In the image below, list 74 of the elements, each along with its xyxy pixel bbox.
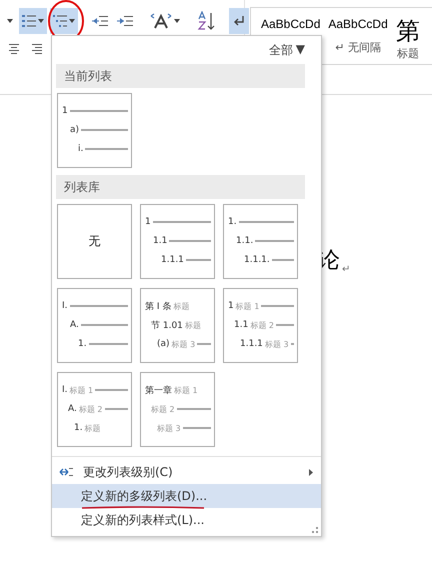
list-style-tile[interactable]: I. 标题 1 A. 标题 2 1. 标题 [57,372,132,447]
decrease-indent-icon [92,15,108,27]
list-number: 1. [78,339,87,349]
list-style-tile[interactable]: 1. 1.1. 1.1.1. [223,204,298,279]
list-style-tile[interactable]: 1 1.1 1.1.1 [140,204,215,279]
section-title: 当前列表 [56,64,305,88]
menu-item[interactable]: 更改列表级别(C) [52,460,321,484]
list-style-tile[interactable]: 第 I 条 标题 节 1.01 标题 (a) 标题 3 [140,288,215,363]
list-number: 1. [228,217,237,227]
list-number: 1 [145,217,151,227]
list-number: 第 I 条 [145,300,172,312]
filter-dropdown[interactable]: 全部 ▼ [268,42,305,58]
list-number: 1.1 [153,236,168,246]
sort-icon [197,11,215,31]
marks-button[interactable] [229,8,249,34]
list-style-tile[interactable]: 第一章 标题 1 标题 2 标题 3 [140,372,215,447]
list-level-icon [59,467,73,477]
heading-label: 标题 1 [236,300,260,312]
caret-icon [69,19,75,23]
list-number: 1 [62,106,68,116]
return-arrow-icon [232,14,246,28]
heading-label: 标题 3 [157,422,181,434]
heading-label: 标题 2 [151,404,175,414]
list-number: 1.1 [234,320,248,330]
numbering-button[interactable] [19,8,47,34]
heading-label: 标题 [173,300,190,312]
list-number: a) [70,125,80,135]
list-style-tile[interactable]: 无 [57,204,132,279]
list-number: 1.1. [236,236,254,246]
list-number: 1.1.1. [244,255,270,265]
list-number: A. [68,404,77,414]
list-number: A. [70,320,79,330]
heading-label: 标题 2 [250,320,274,330]
list-style-tile[interactable]: 1 a) i. [57,93,132,168]
heading-label: 标题 [84,422,101,434]
multilevel-list-icon [53,14,67,28]
align-center-icon[interactable] [8,44,20,55]
heading-label: 标题 3 [172,338,196,350]
list-style-tile[interactable]: I. A. 1. [57,288,132,363]
list-number: I. [62,301,68,311]
style-preview[interactable]: 第 [396,16,420,46]
numbered-list-icon [22,14,36,28]
list-number: 1 [228,301,234,311]
list-number: i. [78,144,84,154]
list-number: 1.1.1 [240,339,263,349]
heading-label: 标题 2 [78,404,102,414]
heading-label: 标题 1 [70,384,94,396]
text-direction-icon [150,13,172,29]
resize-grip-icon[interactable] [312,527,318,533]
caret-icon [7,19,13,23]
caret-icon [38,19,44,23]
caret-icon [174,19,180,23]
increase-indent-icon [117,15,133,27]
list-number: 第一章 [145,384,172,396]
submenu-arrow-icon [309,468,313,476]
style-name: ↵ 无间隔 [335,40,381,55]
list-number: (a) [157,339,170,349]
style-preview[interactable]: AaBbCcDd [328,16,388,32]
align-right-icon[interactable] [30,44,42,55]
list-number: 1. [74,423,83,433]
style-name: 标题 [396,46,419,61]
list-number: I. [62,385,68,395]
list-number: 1.1.1 [161,255,184,265]
heading-label: 标题 3 [264,338,289,350]
list-style-tile[interactable]: 1 标题 1 1.1 标题 2 1.1.1 标题 3 [223,288,298,363]
list-number: 节 1.01 [151,320,183,332]
style-preview[interactable]: AaBbCcDd [261,16,320,32]
heading-label: 标题 1 [174,384,198,396]
multilevel-button[interactable] [50,8,78,34]
menu-item[interactable]: 定义新的多级列表(D)... [52,484,321,508]
paragraph-mark: ↵ [342,264,350,275]
heading-label: 标题 [184,320,201,330]
menu-item[interactable]: 定义新的列表样式(L)... [52,508,321,532]
section-title: 列表库 [56,175,305,199]
